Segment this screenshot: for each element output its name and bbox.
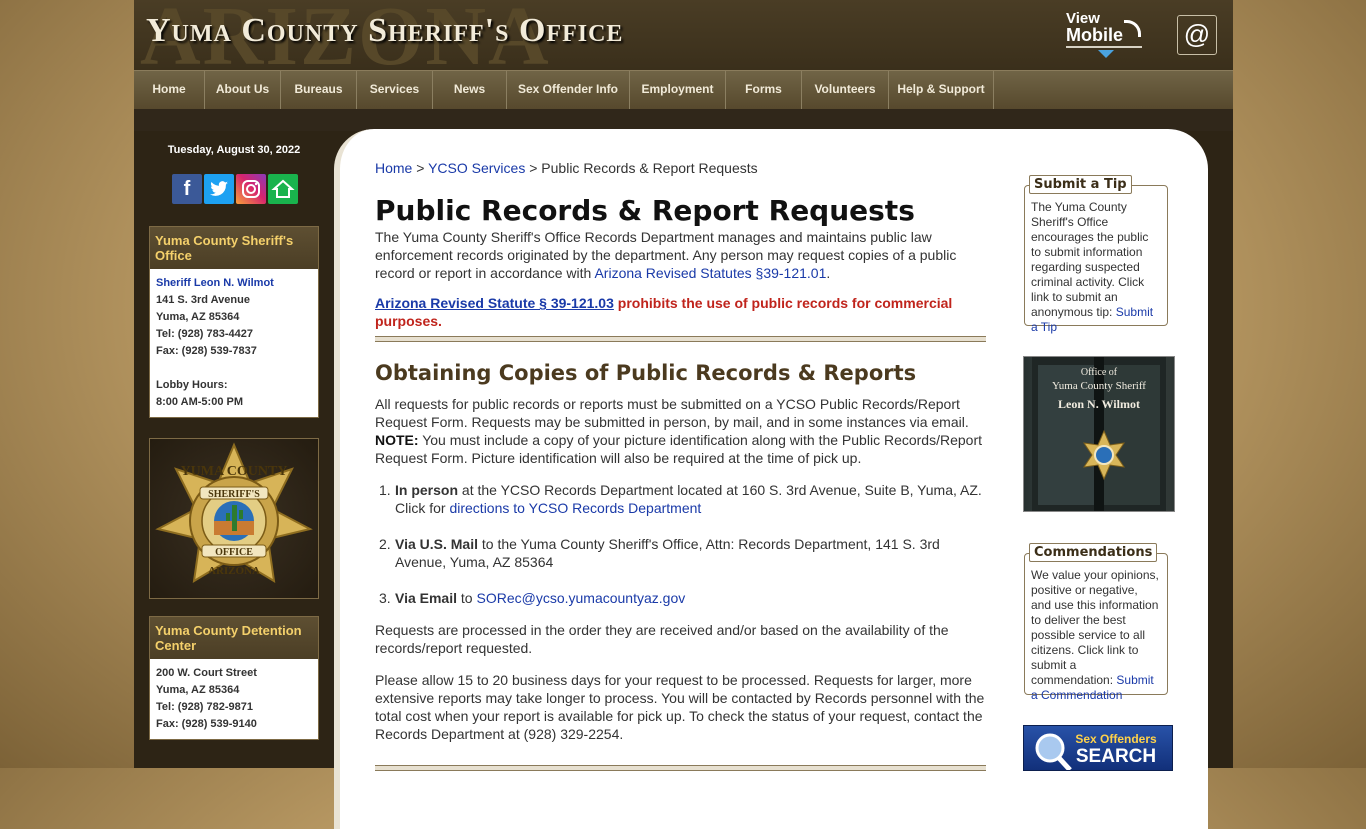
breadcrumb-home[interactable]: Home: [375, 160, 412, 176]
detention-fax: Fax: (928) 539-9140: [156, 718, 257, 730]
section-divider: [375, 765, 986, 771]
nav-news[interactable]: News: [433, 71, 507, 109]
sheriff-office-photo: Office of Yuma County Sheriff Leon N. Wi…: [1023, 356, 1175, 512]
sheriff-office-info: Sheriff Leon N. Wilmot 141 S. 3rd Avenue…: [150, 269, 318, 417]
nav-employment[interactable]: Employment: [630, 71, 726, 109]
office-fax: Fax: (928) 539-7837: [156, 345, 257, 357]
commendations-content: We value your opinions, positive or nega…: [1025, 554, 1167, 709]
list-item-email: 3. Via Email to SORec@ycso.yumacountyaz.…: [379, 589, 985, 607]
breadcrumb-separator: >: [416, 160, 425, 176]
twitter-icon[interactable]: [204, 174, 234, 204]
commendations-box: Commendations We value your opinions, po…: [1024, 543, 1168, 702]
submit-tip-box: Submit a Tip The Yuma County Sheriff's O…: [1024, 175, 1168, 334]
list-number: 2.: [379, 536, 391, 552]
commendations-text: We value your opinions, positive or nega…: [1031, 568, 1159, 687]
requirements-paragraph: All requests for public records or repor…: [375, 395, 987, 467]
commercial-use-notice: Arizona Revised Statute § 39-121.03 proh…: [375, 294, 987, 330]
detention-address-2: Yuma, AZ 85364: [156, 684, 240, 696]
detention-tel: Tel: (928) 782-9871: [156, 701, 254, 713]
page-title: Public Records & Report Requests: [375, 194, 915, 227]
lobby-hours: 8:00 AM-5:00 PM: [156, 396, 244, 408]
badge-ribbon-bottom: OFFICE: [215, 547, 253, 558]
search-label: SEARCH: [1076, 746, 1156, 767]
list-number: 3.: [379, 590, 391, 606]
breadcrumb-services[interactable]: YCSO Services: [428, 160, 525, 176]
breadcrumb-current: Public Records & Report Requests: [541, 160, 758, 176]
processing-order-paragraph: Requests are processed in the order they…: [375, 622, 949, 656]
section-title: Obtaining Copies of Public Records & Rep…: [375, 361, 917, 385]
detention-center-box: Yuma County Detention Center 200 W. Cour…: [149, 616, 319, 740]
requirements-text: All requests for public records or repor…: [375, 396, 969, 430]
nav-divider: [134, 109, 1233, 131]
photo-text-3: Leon N. Wilmot: [1058, 397, 1140, 411]
list-number: 1.: [379, 482, 391, 498]
badge-ribbon-top: SHERIFF'S: [208, 489, 260, 500]
list-item-heading: Via Email: [395, 590, 458, 606]
nextdoor-icon[interactable]: [268, 174, 298, 204]
office-address-2: Yuma, AZ 85364: [156, 311, 240, 323]
sex-offenders-label: Sex Offenders: [1075, 732, 1157, 746]
detention-address-1: 200 W. Court Street: [156, 667, 257, 679]
note-label: NOTE:: [375, 432, 419, 448]
detention-center-info: 200 W. Court Street Yuma, AZ 85364 Tel: …: [150, 659, 318, 739]
email-icon[interactable]: @: [1177, 15, 1217, 55]
intro-paragraph: The Yuma County Sheriff's Office Records…: [375, 228, 987, 282]
current-date: Tuesday, August 30, 2022: [167, 144, 301, 156]
detention-center-title: Yuma County Detention Center: [150, 617, 318, 659]
submit-tip-title: Submit a Tip: [1029, 175, 1132, 194]
note-text: You must include a copy of your picture …: [375, 432, 982, 466]
chevron-down-icon: [1098, 50, 1114, 58]
nav-help-support[interactable]: Help & Support: [889, 71, 994, 109]
sheriff-office-title: Yuma County Sheriff's Office: [150, 227, 318, 269]
list-item-text: to: [457, 590, 477, 606]
left-sidebar: Tuesday, August 30, 2022 f Yuma County S…: [134, 131, 334, 768]
office-address-1: 141 S. 3rd Avenue: [156, 294, 250, 306]
nav-about-us[interactable]: About Us: [205, 71, 281, 109]
magnifier-icon: [1035, 733, 1072, 770]
photo-text-2: Yuma County Sheriff: [1052, 380, 1146, 392]
section-divider: [375, 336, 986, 342]
site-title[interactable]: Yuma County Sheriff's Office: [146, 12, 623, 50]
nav-sex-offender-info[interactable]: Sex Offender Info: [507, 71, 630, 109]
instagram-icon[interactable]: [236, 174, 266, 204]
directions-link[interactable]: directions to YCSO Records Department: [449, 500, 701, 516]
lobby-hours-label: Lobby Hours:: [156, 379, 228, 391]
list-item-in-person: 1. In person at the YCSO Records Departm…: [379, 481, 985, 517]
photo-text-1: Office of: [1081, 367, 1118, 378]
list-item-heading: In person: [395, 482, 459, 498]
main-nav: Home About Us Bureaus Services News Sex …: [134, 70, 1233, 109]
ars-39-121-03-link[interactable]: Arizona Revised Statute § 39-121.03: [375, 295, 614, 311]
sheriff-name-link[interactable]: Sheriff Leon N. Wilmot: [156, 275, 312, 292]
list-item-mail: 2. Via U.S. Mail to the Yuma County Sher…: [379, 535, 985, 571]
submit-tip-content: The Yuma County Sheriff's Office encoura…: [1025, 186, 1167, 341]
nav-bureaus[interactable]: Bureaus: [281, 71, 357, 109]
breadcrumb: Home > YCSO Services > Public Records & …: [375, 160, 758, 176]
sheriff-office-box: Yuma County Sheriff's Office Sheriff Leo…: [149, 226, 319, 418]
facebook-icon[interactable]: f: [172, 174, 202, 204]
site-header: ARIZONA Yuma County Sheriff's Office Vie…: [134, 0, 1233, 70]
sex-offenders-search-button[interactable]: Sex Offenders SEARCH: [1023, 725, 1173, 771]
nav-services[interactable]: Services: [357, 71, 433, 109]
page-frame: ARIZONA Yuma County Sheriff's Office Vie…: [134, 0, 1233, 829]
office-door-image: Office of Yuma County Sheriff Leon N. Wi…: [1032, 357, 1166, 511]
records-email-link[interactable]: SORec@ycso.yumacountyaz.gov: [476, 590, 685, 606]
main-content: Home > YCSO Services > Public Records & …: [334, 129, 1208, 829]
badge-bottom-text: ARIZONA: [208, 565, 260, 577]
nav-home[interactable]: Home: [134, 71, 205, 109]
list-item-heading: Via U.S. Mail: [395, 536, 478, 552]
nav-forms[interactable]: Forms: [726, 71, 802, 109]
breadcrumb-separator: >: [529, 160, 538, 176]
ars-39-121-01-link[interactable]: Arizona Revised Statutes §39-121.01: [594, 265, 826, 281]
sheriff-badge-panel: YUMA COUNTY SHERIFF'S OFFICE ARIZONA: [149, 438, 319, 599]
processing-time-paragraph: Please allow 15 to 20 business days for …: [375, 672, 985, 742]
intro-end: .: [826, 265, 831, 281]
office-tel: Tel: (928) 783-4427: [156, 328, 254, 340]
view-mobile-button[interactable]: View Mobile: [1066, 10, 1142, 58]
badge-top-text: YUMA COUNTY: [181, 464, 288, 479]
commendations-title: Commendations: [1029, 543, 1158, 562]
submit-tip-text: The Yuma County Sheriff's Office encoura…: [1031, 200, 1149, 319]
nav-volunteers[interactable]: Volunteers: [802, 71, 889, 109]
sheriff-badge-icon: YUMA COUNTY SHERIFF'S OFFICE ARIZONA: [155, 442, 313, 583]
